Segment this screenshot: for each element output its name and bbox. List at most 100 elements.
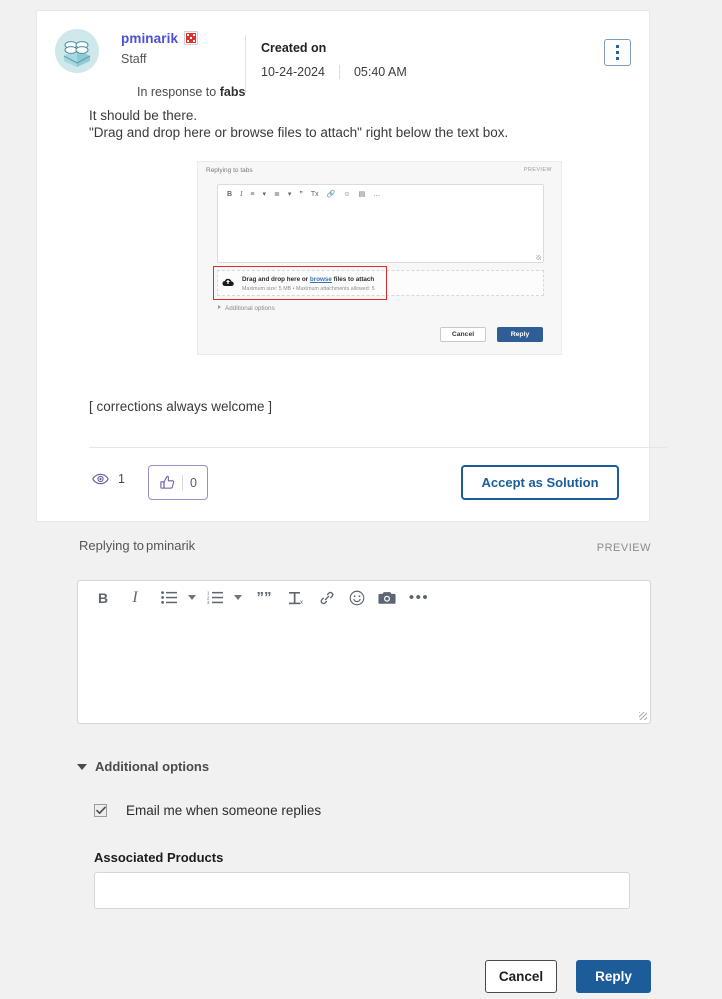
embedded-emoji-icon: ☺ [343, 191, 351, 198]
italic-button[interactable]: I [116, 585, 154, 611]
email-notify-label: Email me when someone replies [126, 803, 322, 818]
embedded-chevron-down-icon-1: ▾ [262, 191, 267, 198]
email-notify-checkbox[interactable] [94, 804, 107, 817]
embedded-bulleted-list-icon: ≡ [250, 191, 255, 198]
bulleted-list-icon[interactable] [154, 585, 184, 611]
bulleted-list-chevron-down-icon[interactable] [184, 585, 200, 611]
embedded-bold-icon: B [227, 191, 233, 198]
created-on-value: 10-24-2024 05:40 AM [261, 65, 407, 79]
embedded-resize-handle [536, 255, 541, 260]
reply-composer: Replying to pminarik PREVIEW B I 1 2 3 ”… [36, 522, 686, 993]
thumbs-up-icon [160, 475, 175, 489]
svg-text:3: 3 [207, 600, 210, 604]
associated-products-label: Associated Products [94, 850, 224, 865]
accept-as-solution-button[interactable]: Accept as Solution [461, 465, 619, 500]
kudos-divider [182, 474, 184, 491]
embedded-browse-link: browse [309, 276, 332, 283]
cloud-upload-icon [222, 278, 234, 287]
embedded-toolbar: B I ≡ ▾ ≣ ▾ ” T​x 🔗 ☺ ▤ … [218, 185, 543, 204]
embedded-title: Replying to tabs [206, 165, 553, 174]
post-card: pminarik Staff In response to fabs Creat… [36, 10, 667, 522]
post-divider [89, 447, 667, 448]
checkmark-icon [95, 806, 106, 814]
post-meta: Created on 10-24-2024 05:40 AM [261, 41, 407, 79]
numbered-list-chevron-down-icon[interactable] [230, 585, 246, 611]
author-row: pminarik [121, 29, 251, 47]
in-response-target[interactable]: fabs [220, 85, 246, 99]
page-root: pminarik Staff In response to fabs Creat… [0, 0, 722, 999]
author-name-link[interactable]: pminarik [121, 31, 178, 46]
embedded-additional-options-label: Additional options [225, 305, 275, 312]
views-count: 1 [118, 472, 125, 486]
embedded-chevron-down-icon-2: ▾ [287, 191, 292, 198]
embedded-numbered-list-icon: ≣ [274, 191, 280, 198]
svg-text:x: x [300, 600, 303, 605]
composer-preview-button[interactable]: PREVIEW [597, 542, 651, 554]
composer-toolbar: B I 1 2 3 ”” x ••• [78, 581, 650, 614]
embedded-link-icon: 🔗 [326, 191, 336, 198]
embedded-clear-formatting-icon: T​x [310, 191, 319, 198]
embedded-title-prefix: Replying to [206, 167, 241, 174]
created-on-label: Created on [261, 41, 327, 55]
embedded-additional-options: Additional options [218, 305, 275, 312]
in-response-prefix: In response to [137, 85, 220, 99]
kudos-count: 0 [190, 475, 197, 490]
post-signature: [ corrections always welcome ] [89, 399, 273, 414]
quote-button[interactable]: ”” [246, 585, 282, 611]
numbered-list-icon[interactable]: 1 2 3 [200, 585, 230, 611]
embedded-editor: B I ≡ ▾ ≣ ▾ ” T​x 🔗 ☺ ▤ … [217, 184, 544, 263]
reply-button[interactable]: Reply [576, 960, 651, 993]
post-body-line-2: "Drag and drop here or browse files to a… [89, 125, 509, 140]
additional-options-toggle[interactable]: Additional options [77, 759, 209, 774]
created-date: 10-24-2024 [261, 65, 325, 79]
embedded-caret-right-icon [218, 305, 221, 309]
avatar[interactable] [55, 29, 99, 73]
emoji-icon[interactable] [342, 585, 372, 611]
additional-options-label: Additional options [95, 759, 210, 774]
post-body: It should be there. "Drag and drop here … [37, 97, 649, 141]
email-notify-row: Email me when someone replies [94, 803, 321, 818]
composer-title: Replying to pminarik [77, 534, 686, 555]
header-divider [245, 35, 246, 93]
embedded-italic-icon: I [240, 190, 243, 198]
composer-title-prefix: Replying to [79, 538, 145, 553]
embedded-cancel-button: Cancel [440, 327, 486, 342]
camera-icon[interactable] [372, 585, 402, 611]
post-header: pminarik Staff In response to fabs Creat… [37, 11, 649, 99]
kudos-button[interactable]: 0 [148, 465, 208, 500]
embedded-reply-button: Reply [497, 327, 543, 342]
embedded-quote-icon: ” [299, 191, 303, 198]
associated-products-input[interactable] [95, 873, 629, 908]
eye-icon [92, 473, 109, 485]
embedded-drop-text-before: Drag and drop here or [242, 276, 310, 283]
embedded-header: Replying to tabs PREVIEW [198, 162, 561, 180]
associated-products-field[interactable] [94, 872, 630, 909]
embedded-drop-text: Drag and drop here or browse files to at… [242, 276, 374, 283]
composer-editor[interactable]: B I 1 2 3 ”” x ••• [77, 580, 651, 724]
post-body-line-1: It should be there. [89, 108, 198, 123]
author-role: Staff [121, 52, 147, 66]
composer-header: Replying to pminarik PREVIEW [36, 522, 686, 566]
rank-badge-icon [184, 31, 199, 45]
embedded-camera-icon: ▤ [358, 191, 366, 198]
embedded-preview-label: PREVIEW [523, 167, 552, 173]
caret-down-icon [77, 763, 87, 770]
cancel-button[interactable]: Cancel [485, 960, 557, 993]
more-options-button[interactable]: ••• [402, 585, 436, 611]
in-response-to: In response to fabs [137, 85, 245, 99]
embedded-more-icon: … [373, 191, 381, 198]
created-time: 05:40 AM [353, 65, 407, 79]
embedded-drop-hint: Maximum size: 5 MB • Maximum attachments… [242, 286, 375, 292]
embedded-screenshot[interactable]: Replying to tabs PREVIEW B I ≡ ▾ ≣ ▾ ” T… [197, 161, 562, 355]
embedded-title-target: tabs [240, 167, 253, 174]
author-block: pminarik Staff [121, 29, 251, 66]
embedded-dropzone-highlight [213, 266, 387, 300]
composer-title-target: pminarik [146, 538, 196, 553]
kebab-menu-icon[interactable] [604, 39, 631, 66]
views-counter: 1 [92, 472, 125, 486]
link-icon[interactable] [312, 585, 342, 611]
bold-button[interactable]: B [90, 585, 116, 611]
clear-formatting-icon[interactable]: x [282, 585, 312, 611]
embedded-drop-text-after: files to attach [331, 276, 375, 283]
editor-resize-handle[interactable] [639, 712, 647, 720]
